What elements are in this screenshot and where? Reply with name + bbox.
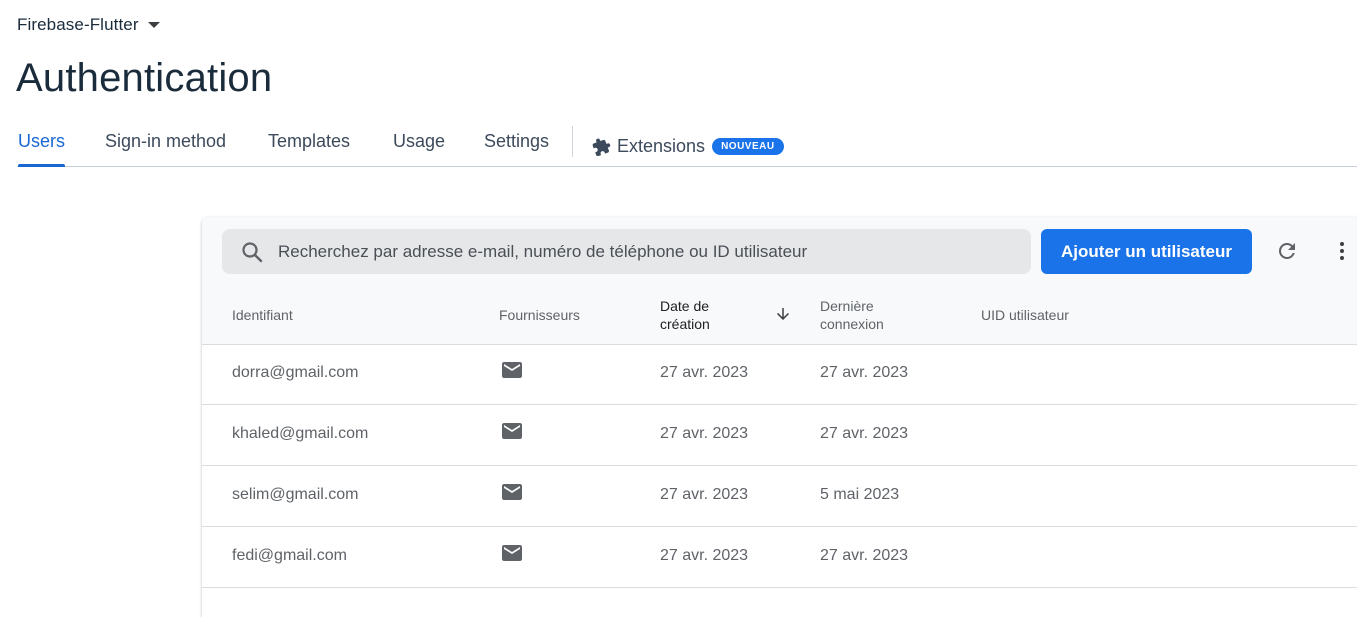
add-user-button[interactable]: Ajouter un utilisateur <box>1041 229 1252 274</box>
tab-sign-in-method[interactable]: Sign-in method <box>105 126 226 166</box>
cell-last-signin: 5 mai 2023 <box>820 486 900 503</box>
tab-settings[interactable]: Settings <box>484 126 549 166</box>
mail-icon <box>502 423 522 439</box>
dropdown-caret-icon <box>147 22 160 28</box>
sort-descending-icon[interactable] <box>774 305 792 323</box>
column-header-last-signin[interactable]: Dernière connexion <box>820 297 910 333</box>
cell-created: 27 avr. 2023 <box>660 547 749 564</box>
search-box[interactable] <box>222 229 1031 274</box>
column-header-providers[interactable]: Fournisseurs <box>499 306 580 324</box>
cell-last-signin: 27 avr. 2023 <box>820 547 909 564</box>
cell-created: 27 avr. 2023 <box>660 364 749 381</box>
cell-last-signin: 27 avr. 2023 <box>820 364 909 381</box>
cell-identifier: khaled@gmail.com <box>232 425 369 442</box>
column-header-identifier[interactable]: Identifiant <box>232 306 293 324</box>
more-vert-icon[interactable] <box>1330 239 1354 263</box>
mail-icon <box>502 545 522 561</box>
cell-created: 27 avr. 2023 <box>660 486 749 503</box>
column-header-uid[interactable]: UID utilisateur <box>981 306 1069 324</box>
refresh-icon[interactable] <box>1275 239 1299 263</box>
table-row[interactable]: dorra@gmail.com 27 avr. 2023 27 avr. 202… <box>202 344 1357 405</box>
project-selector[interactable]: Firebase-Flutter <box>17 13 160 37</box>
new-badge: NOUVEAU <box>712 137 784 155</box>
puzzle-icon <box>592 138 611 156</box>
search-input[interactable] <box>276 240 1020 263</box>
users-table-header: Ajouter un utilisateur Identifiant Fourn… <box>202 217 1357 345</box>
page-title: Authentication <box>16 56 273 100</box>
search-icon <box>242 241 263 262</box>
mail-icon <box>502 362 522 378</box>
tab-extensions[interactable]: Extensions NOUVEAU <box>592 126 784 166</box>
tab-extensions-label: Extensions <box>617 136 706 156</box>
table-row[interactable]: fedi@gmail.com 27 avr. 2023 27 avr. 2023 <box>202 527 1357 588</box>
cell-identifier: fedi@gmail.com <box>232 547 347 564</box>
tab-templates[interactable]: Templates <box>268 126 350 166</box>
table-row[interactable]: khaled@gmail.com 27 avr. 2023 27 avr. 20… <box>202 405 1357 466</box>
tab-divider <box>572 126 573 157</box>
mail-icon <box>502 484 522 500</box>
users-table-card: Ajouter un utilisateur Identifiant Fourn… <box>202 217 1357 617</box>
tab-usage[interactable]: Usage <box>393 126 445 166</box>
cell-last-signin: 27 avr. 2023 <box>820 425 909 442</box>
tab-bar: Users Sign-in method Templates Usage Set… <box>17 126 1357 167</box>
project-name: Firebase-Flutter <box>17 15 139 34</box>
cell-identifier: selim@gmail.com <box>232 486 359 503</box>
column-header-created[interactable]: Date de création <box>660 297 740 333</box>
tab-users[interactable]: Users <box>18 126 66 167</box>
cell-identifier: dorra@gmail.com <box>232 364 359 381</box>
cell-created: 27 avr. 2023 <box>660 425 749 442</box>
table-row[interactable]: selim@gmail.com 27 avr. 2023 5 mai 2023 <box>202 466 1357 527</box>
